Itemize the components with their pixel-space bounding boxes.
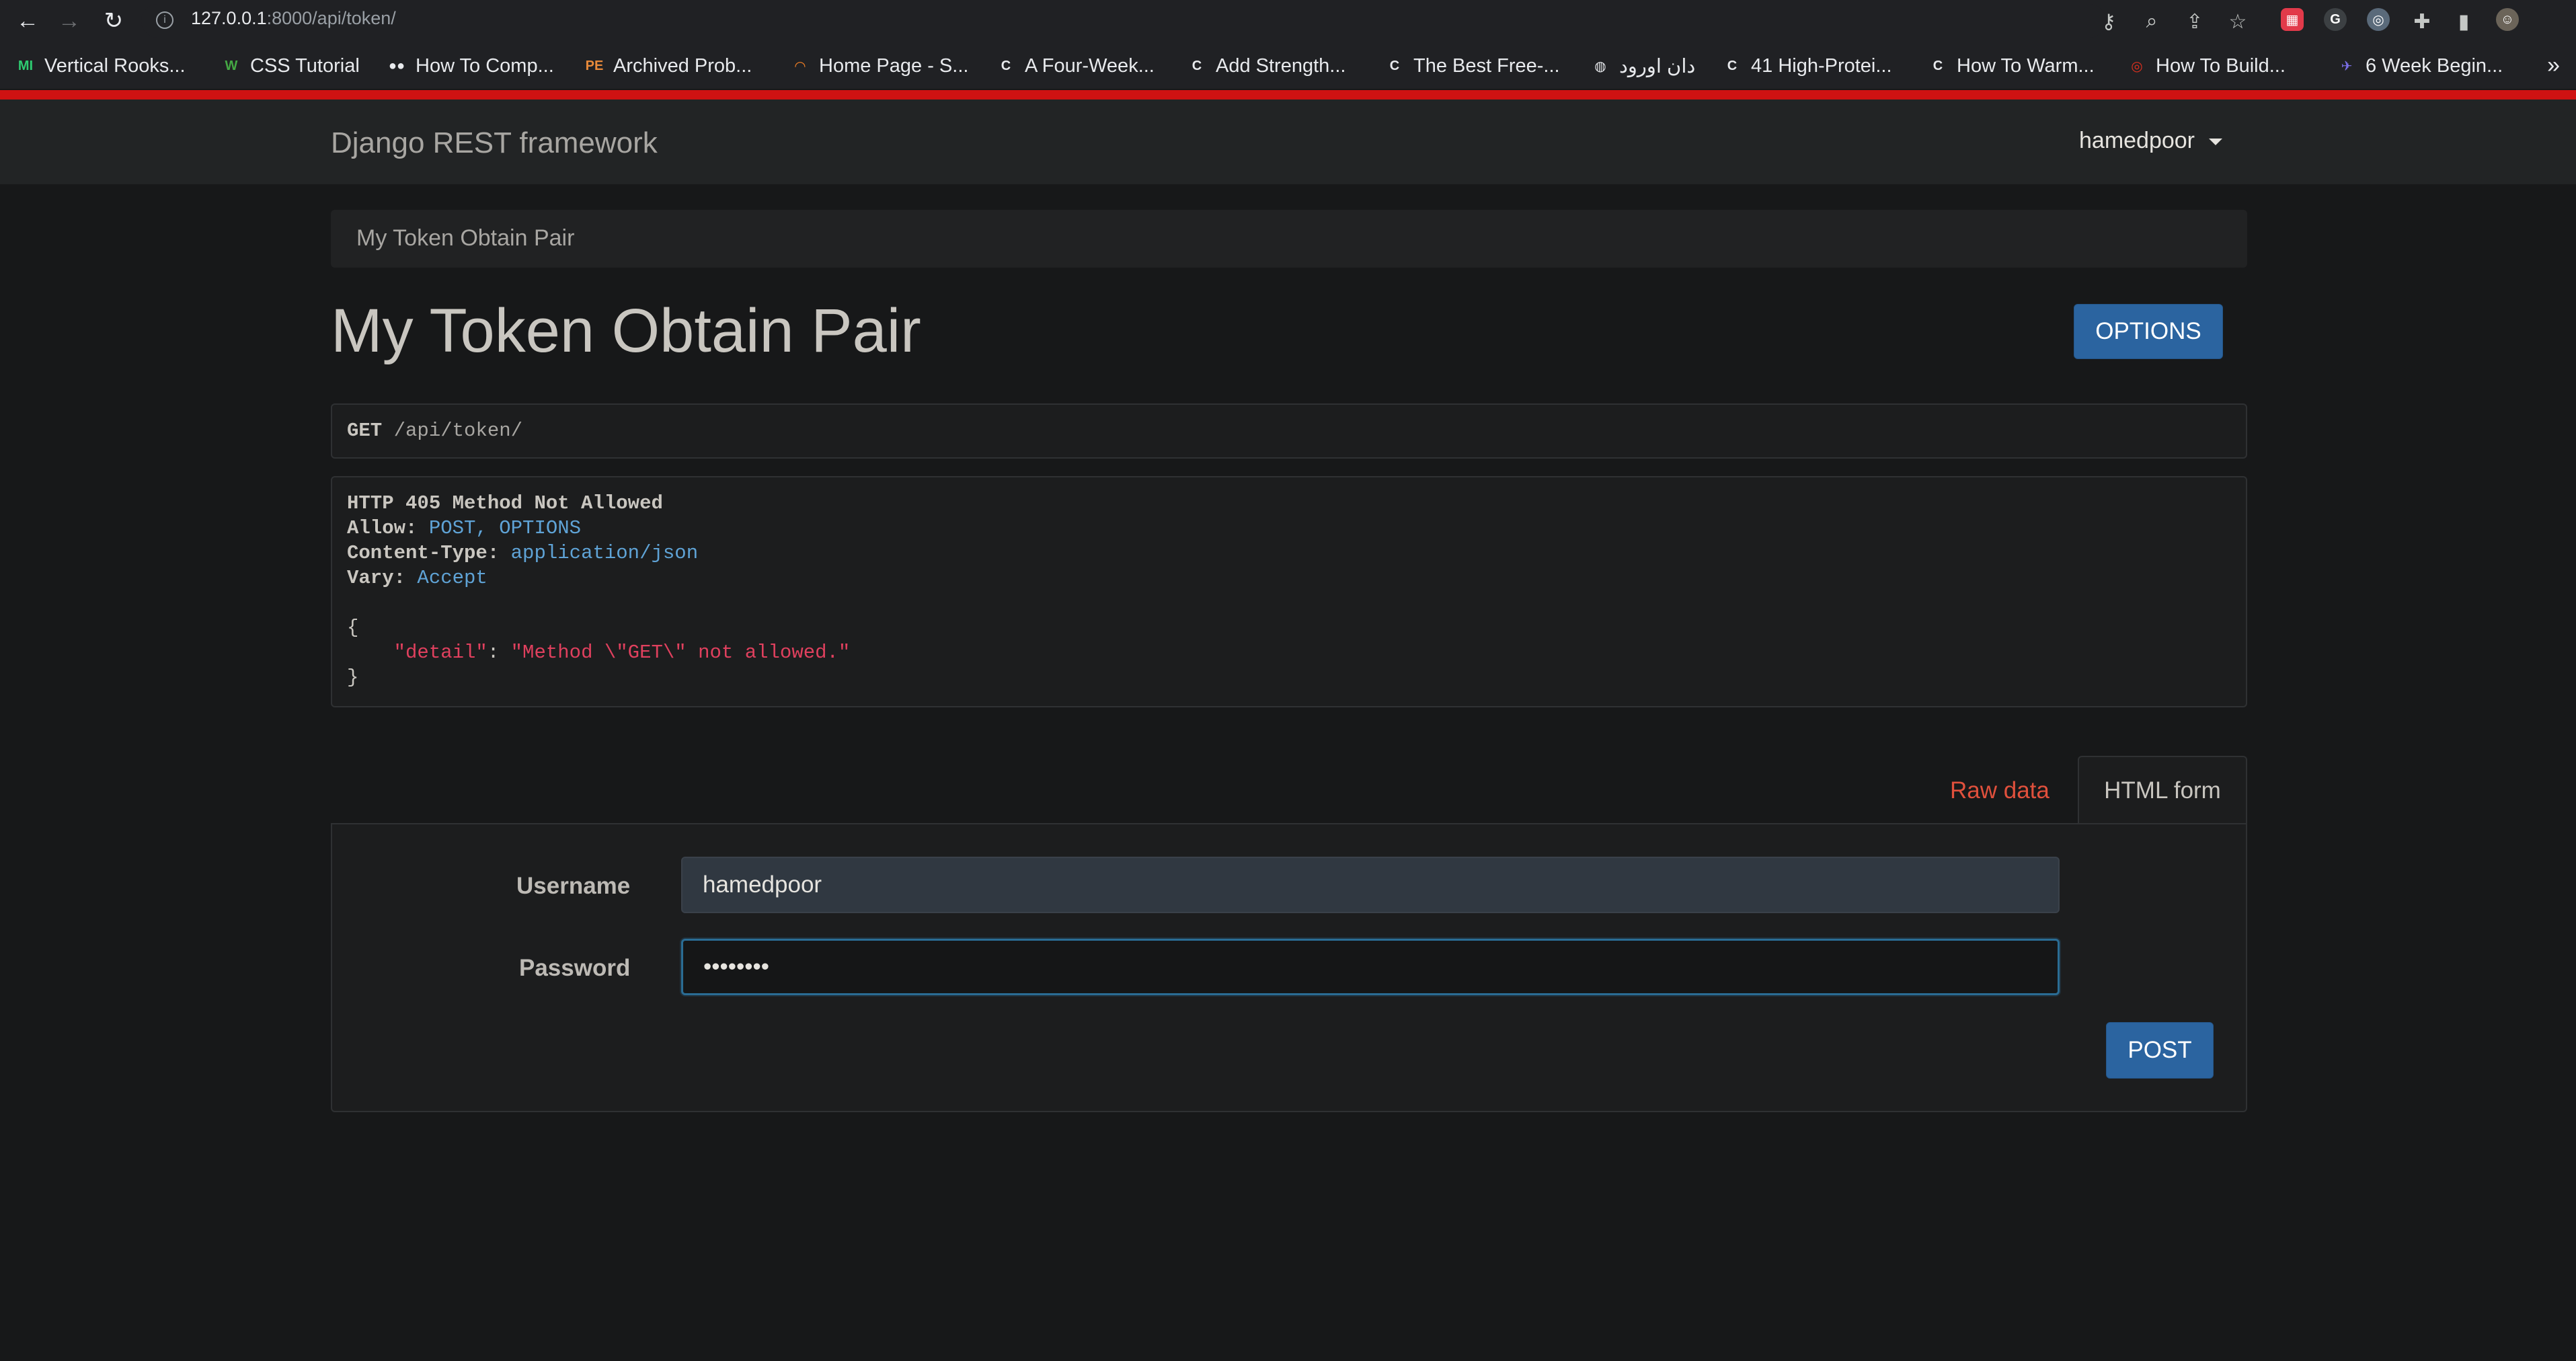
profile-avatar[interactable]: ☺ [2496,8,2519,31]
back-icon[interactable]: ← [12,5,43,36]
bookmark-favicon-icon: MI [17,58,34,73]
page-title: My Token Obtain Pair [331,297,921,365]
bookmark-item[interactable]: ✈ 6 Week Begin... [2337,54,2503,78]
bookmark-favicon-icon: ◎ [2131,59,2143,74]
bookmark-item[interactable]: C The Best Free-... [1385,54,1560,78]
bookmark-label: Home Page - S... [819,54,969,77]
bookmark-favicon-icon: C [1192,58,1202,73]
bookmark-label: دان اورود [1619,55,1696,77]
request-path: /api/token/ [382,420,523,442]
key-icon[interactable]: ⚷ [2095,8,2122,35]
password-field[interactable] [681,939,2060,995]
bookmark-favicon-icon: W [225,58,238,73]
bookmark-favicon-icon: ◠ [795,59,806,74]
bookmark-item[interactable]: C Add Strength... [1187,54,1346,78]
password-label: Password [519,955,631,981]
side-panel-icon[interactable]: ▮ [2450,8,2477,35]
bookmark-item[interactable]: ●● How To Comp... [387,54,554,78]
zoom-icon[interactable]: ⌕ [2138,8,2165,35]
tab-html-form[interactable]: HTML form [2078,756,2247,824]
request-info: GET /api/token/ [331,403,2247,459]
bookmark-item[interactable]: ◍ دان اورود [1591,54,1695,78]
bookmark-label: A Four-Week... [1025,54,1155,77]
options-button[interactable]: OPTIONS [2074,304,2223,359]
browser-toolbar: ← → ↻ i 127.0.0.1:8000/api/token/ ⚷ ⌕ ⇪ … [0,0,2576,42]
bookmark-label: 41 High-Protei... [1751,54,1892,77]
bookmark-label: Add Strength... [1216,54,1346,77]
bookmark-label: How To Comp... [416,54,554,77]
bookmark-label: 6 Week Begin... [2366,54,2503,77]
header-vary: Vary: Accept [347,567,487,589]
bookmark-item[interactable]: MI Vertical Rooks... [16,54,186,78]
bookmark-label: Vertical Rooks... [44,54,186,77]
user-menu-button[interactable]: hamedpoor [2079,128,2195,154]
forward-icon[interactable]: → [54,5,85,36]
bookmark-item[interactable]: ◠ Home Page - S... [791,54,968,78]
extension-glasses-icon[interactable]: ◎ [2367,8,2390,31]
bookmark-label: How To Build... [2156,54,2286,77]
breadcrumb: My Token Obtain Pair [331,210,2247,268]
reload-icon[interactable]: ↻ [98,5,129,36]
response-status: HTTP 405 Method Not Allowed [347,492,663,514]
extension-g-icon[interactable]: G [2324,8,2347,31]
bookmark-favicon-icon: C [1727,58,1738,73]
username-field[interactable] [681,857,2060,913]
header-content-type: Content-Type: application/json [347,542,699,564]
bookmark-label: CSS Tutorial [250,54,360,77]
request-line: GET /api/token/ [347,420,522,442]
site-info-icon[interactable]: i [156,11,173,29]
request-method: GET [347,420,383,442]
caret-down-icon[interactable] [2209,139,2222,145]
bookmark-item[interactable]: W CSS Tutorial [222,54,360,78]
breadcrumb-item: My Token Obtain Pair [356,225,575,251]
bookmark-item[interactable]: C 41 High-Protei... [1723,54,1892,78]
json-detail: "detail": "Method \"GET\" not allowed." [347,641,851,664]
bookmark-favicon-icon: ●● [388,58,405,73]
browser-chrome: ← → ↻ i 127.0.0.1:8000/api/token/ ⚷ ⌕ ⇪ … [0,0,2576,89]
bookmark-label: How To Warm... [1957,54,2095,77]
bookmark-favicon-icon: C [1389,58,1400,73]
post-button[interactable]: POST [2106,1022,2214,1079]
json-open-brace: { [347,617,359,639]
bookmark-item[interactable]: ◎ How To Build... [2128,54,2286,78]
share-icon[interactable]: ⇪ [2181,8,2208,35]
extensions-puzzle-icon[interactable]: ✚ [2409,8,2435,35]
brand-title[interactable]: Django REST framework [331,126,658,160]
bookmark-favicon-icon: C [1933,58,1943,73]
bookmark-favicon-icon: C [1001,58,1011,73]
bookmark-favicon-icon: ◍ [1594,59,1606,74]
address-bar[interactable] [141,4,2106,38]
bookmark-favicon-icon: PE [585,58,604,73]
bookmark-favicon-icon: ✈ [2341,59,2353,74]
bookmark-label: The Best Free-... [1413,54,1560,77]
json-close-brace: } [347,666,359,689]
top-accent-strip [0,90,2576,100]
bookmark-item[interactable]: C A Four-Week... [997,54,1155,78]
url-text[interactable]: 127.0.0.1:8000/api/token/ [191,8,396,29]
bookmarks-overflow-icon[interactable]: » [2547,52,2560,79]
bookmark-item[interactable]: C How To Warm... [1928,54,2095,78]
username-label: Username [516,873,631,899]
tab-raw-data[interactable]: Raw data [1950,777,2050,804]
header-allow: Allow: POST, OPTIONS [347,517,582,539]
extension-red-icon[interactable]: ▦ [2281,8,2304,31]
response-info: HTTP 405 Method Not Allowed Allow: POST,… [331,476,2247,707]
star-icon[interactable]: ☆ [2224,8,2251,35]
bookmark-item[interactable]: PE Archived Prob... [585,54,752,78]
bookmarks-bar: MI Vertical Rooks... W CSS Tutorial ●● How To… [0,42,2576,89]
bookmark-label: Archived Prob... [613,54,752,77]
